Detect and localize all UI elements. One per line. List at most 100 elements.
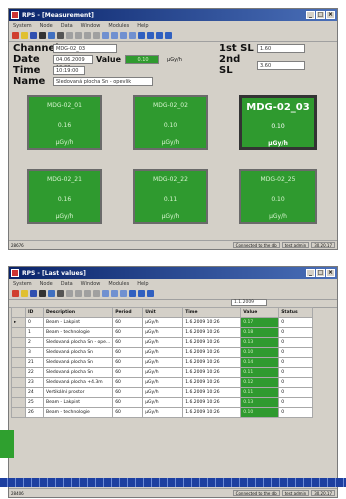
row-selector[interactable] <box>11 387 26 398</box>
tool-icon[interactable] <box>57 32 64 39</box>
last-values-titlebar[interactable]: RPS - [Last values] _ □ × <box>9 267 337 279</box>
row-selector[interactable] <box>11 397 26 408</box>
tile-value: 0.16 <box>57 122 72 129</box>
table-row[interactable]: 2 Sledovaná plocha Sn - ope... 60 µGy/h 1.6.… <box>11 337 314 348</box>
minimize-icon[interactable]: _ <box>306 269 315 277</box>
menu-window[interactable]: Window <box>81 23 101 29</box>
minimize-icon[interactable]: _ <box>306 11 315 19</box>
tool-icon[interactable] <box>57 290 64 297</box>
menu-help[interactable]: Help <box>137 281 148 287</box>
tool-icon[interactable] <box>12 290 19 297</box>
row-selector[interactable] <box>11 367 26 378</box>
column-header-period[interactable]: Period <box>112 307 144 318</box>
tool-icon[interactable] <box>102 290 109 297</box>
tool-icon[interactable] <box>30 32 37 39</box>
channel-field[interactable]: MDG-02_03 <box>53 44 117 53</box>
menu-help[interactable]: Help <box>137 23 148 29</box>
row-selector[interactable] <box>11 357 26 368</box>
column-header-value[interactable]: Value <box>240 307 280 318</box>
tool-icon[interactable] <box>165 32 172 39</box>
table-row[interactable]: ▸ 0 Beam - Lakpint 60 µGy/h 1.6.2009 10:26 0.1… <box>11 317 314 328</box>
row-selector[interactable] <box>11 407 26 418</box>
tool-icon[interactable] <box>75 32 82 39</box>
row-selector[interactable] <box>11 347 26 358</box>
date-filter-select[interactable]: 1.1.2009 <box>231 299 267 306</box>
menu-node[interactable]: Node <box>40 23 53 29</box>
row-selector[interactable] <box>11 337 26 348</box>
tool-icon[interactable] <box>156 32 163 39</box>
date-field[interactable]: 04.06.2009 10:38 <box>53 55 93 71</box>
tool-icon[interactable] <box>111 290 118 297</box>
detector-tile[interactable]: MDG-02_01 0.16 µGy/h <box>27 95 102 150</box>
tool-icon[interactable] <box>84 32 91 39</box>
table-row[interactable]: 26 Beam - technologie 60 µGy/h 1.6.2009 10:2… <box>11 407 314 418</box>
table-row[interactable]: 3 Sledovaná plocha Sn 60 µGy/h 1.6.2009 10:2… <box>11 347 314 358</box>
table-row[interactable]: 1 Beam - technologie 60 µGy/h 1.6.2009 10:26… <box>11 327 314 338</box>
tool-icon[interactable] <box>66 32 73 39</box>
tool-icon[interactable] <box>147 290 154 297</box>
table-row[interactable]: 23 Sledovaná plocha +4.3m 60 µGy/h 1.6.2009 … <box>11 377 314 388</box>
maximize-icon[interactable]: □ <box>316 269 325 277</box>
detector-tile-selected[interactable]: MDG-02_03 0.10 µGy/h <box>239 95 317 150</box>
menu-system[interactable]: System <box>13 23 32 29</box>
table-row[interactable]: 22 Sledovaná plocha Sn 60 µGy/h 1.6.2009 10:… <box>11 367 314 378</box>
tool-icon[interactable] <box>39 32 46 39</box>
cell-status: 0 <box>278 337 314 348</box>
cell-time: 1.6.2009 10:26 <box>182 357 242 368</box>
cell-time: 1.6.2009 10:26 <box>182 317 242 328</box>
name-field[interactable]: Sledovaná plocha Sn - opevlik <box>53 77 153 86</box>
tool-icon[interactable] <box>66 290 73 297</box>
cell-unit: µGy/h <box>142 347 184 358</box>
close-icon[interactable]: × <box>326 269 335 277</box>
column-header-unit[interactable]: Unit <box>142 307 184 318</box>
close-icon[interactable]: × <box>326 11 335 19</box>
menu-modules[interactable]: Modules <box>108 281 129 287</box>
tool-icon[interactable] <box>102 32 109 39</box>
table-row[interactable]: 24 Vertikální prostor 60 µGy/h 1.6.2009 10:2… <box>11 387 314 398</box>
tool-icon[interactable] <box>84 290 91 297</box>
first-sl-field[interactable]: 1.60 <box>257 44 305 53</box>
menu-window[interactable]: Window <box>81 281 101 287</box>
tool-icon[interactable] <box>138 32 145 39</box>
tool-icon[interactable] <box>75 290 82 297</box>
tool-icon[interactable] <box>21 290 28 297</box>
tool-icon[interactable] <box>129 290 136 297</box>
tool-icon[interactable] <box>12 32 19 39</box>
current-row-marker-icon[interactable]: ▸ <box>11 317 26 328</box>
row-selector[interactable] <box>11 377 26 388</box>
tool-icon[interactable] <box>48 290 55 297</box>
menu-modules[interactable]: Modules <box>108 23 129 29</box>
tool-icon[interactable] <box>129 32 136 39</box>
cell-value: 0.12 <box>240 377 280 388</box>
row-selector[interactable] <box>11 327 26 338</box>
tool-icon[interactable] <box>93 290 100 297</box>
maximize-icon[interactable]: □ <box>316 11 325 19</box>
detector-tile[interactable]: MDG-02_22 0.11 µGy/h <box>133 169 208 224</box>
tool-icon[interactable] <box>120 290 127 297</box>
measurement-titlebar[interactable]: RPS - [Measurement] _ □ × <box>9 9 337 21</box>
table-row[interactable]: 21 Sledovaná plocha Sn 60 µGy/h 1.6.2009 10:… <box>11 357 314 368</box>
detector-tile[interactable]: MDG-02_02 0.10 µGy/h <box>133 95 208 150</box>
tool-icon[interactable] <box>120 32 127 39</box>
column-header-description[interactable]: Description <box>42 307 114 318</box>
menu-data[interactable]: Data <box>61 23 73 29</box>
menu-system[interactable]: System <box>13 281 32 287</box>
menu-data[interactable]: Data <box>61 281 73 287</box>
table-row[interactable]: 25 Beam - Lakpint 60 µGy/h 1.6.2009 10:26 0.1… <box>11 397 314 408</box>
detector-tile[interactable]: MDG-02_25 0.10 µGy/h <box>239 169 317 224</box>
menu-node[interactable]: Node <box>40 281 53 287</box>
column-header-status[interactable]: Status <box>278 307 314 318</box>
tool-icon[interactable] <box>147 32 154 39</box>
tool-icon[interactable] <box>30 290 37 297</box>
tool-icon[interactable] <box>48 32 55 39</box>
detector-tile[interactable]: MDG-02_21 0.16 µGy/h <box>27 169 102 224</box>
second-sl-field[interactable]: 3.60 <box>257 60 305 70</box>
tool-icon[interactable] <box>39 290 46 297</box>
tool-icon[interactable] <box>138 290 145 297</box>
time-field[interactable]: 10:19:00 <box>53 66 85 75</box>
column-header-time[interactable]: Time <box>182 307 242 318</box>
tool-icon[interactable] <box>93 32 100 39</box>
column-header-id[interactable]: ID <box>25 307 44 318</box>
tool-icon[interactable] <box>21 32 28 39</box>
tool-icon[interactable] <box>111 32 118 39</box>
